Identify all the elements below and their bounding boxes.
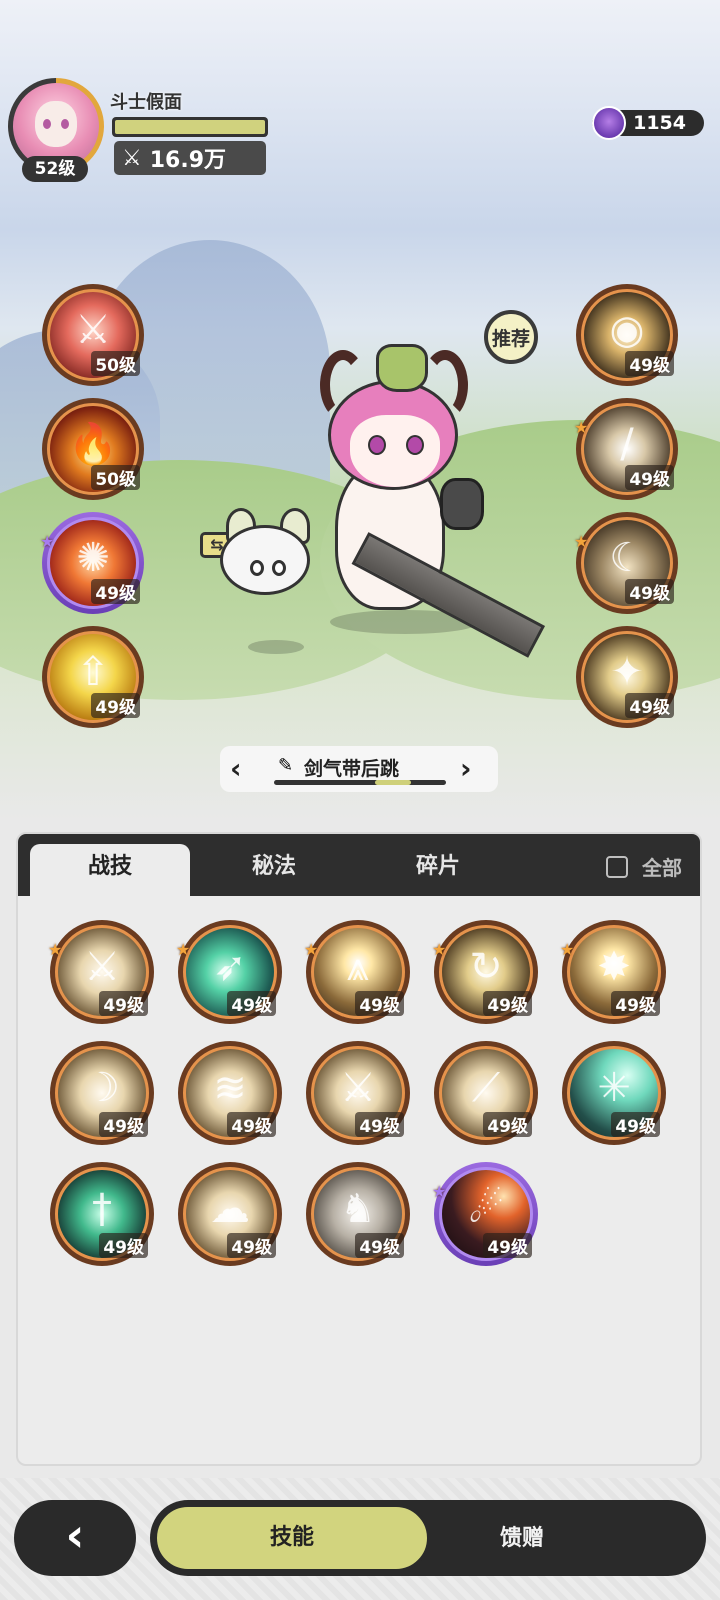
skill-level: 49级	[227, 1112, 276, 1137]
skill-tabs: 战技 秘法 碎片 全部	[18, 834, 700, 896]
skill-level: 49级	[355, 1233, 404, 1258]
show-all-label: 全部	[642, 856, 682, 880]
purple-gem-icon	[592, 106, 626, 140]
skill-level: 49级	[625, 693, 674, 718]
crossed-swords-icon: ⚔	[122, 145, 142, 171]
equipped-skill-left-4[interactable]: ⇧ 49级	[42, 626, 144, 728]
skill-card[interactable]: ★ ⩓ 49级	[304, 920, 410, 1024]
player-character	[200, 330, 550, 658]
back-button[interactable]: ‹	[14, 1500, 136, 1576]
edit-pen-icon[interactable]: ✎	[278, 755, 293, 776]
skill-level: 49级	[483, 1233, 532, 1258]
skill-card[interactable]: ☁ 49级	[178, 1162, 282, 1266]
orange-star-icon: ★	[560, 940, 575, 959]
prev-preset-chevron-left-icon[interactable]: ‹	[230, 752, 242, 785]
tab-fragments[interactable]: 碎片	[358, 844, 518, 896]
orange-star-icon: ★	[574, 418, 589, 437]
preset-page-indicator	[274, 780, 446, 785]
player-name: 斗士假面	[110, 92, 182, 113]
skill-level: 49级	[99, 1233, 148, 1258]
nav-gift-button[interactable]: 馈赠	[500, 1520, 544, 1552]
preset-name[interactable]: 剑气带后跳	[304, 754, 399, 781]
nav-skills-button[interactable]: 技能	[154, 1504, 430, 1572]
skill-level: 49级	[355, 991, 404, 1016]
orange-star-icon: ★	[304, 940, 319, 959]
equipped-skill-right-1[interactable]: ◉ 49级	[576, 284, 678, 386]
skill-card[interactable]: ★ ☄ 49级	[432, 1162, 538, 1266]
equipped-skill-right-3[interactable]: ★ ☾ 49级	[574, 512, 678, 614]
skill-level: 49级	[91, 579, 140, 604]
skill-card[interactable]: † 49级	[50, 1162, 154, 1266]
pet-companion	[220, 525, 310, 595]
skill-level: 50级	[91, 465, 140, 490]
skill-level: 49级	[227, 1233, 276, 1258]
character-helmet	[376, 344, 428, 392]
equipped-skill-right-2[interactable]: ★ / 49级	[574, 398, 678, 500]
combat-power: ⚔ 16.9万	[114, 141, 266, 175]
skill-level: 49级	[483, 1112, 532, 1137]
tab-secret-arts[interactable]: 秘法	[194, 844, 354, 896]
skill-card[interactable]: ★ ↻ 49级	[432, 920, 538, 1024]
equipped-skill-left-2[interactable]: 🔥 50级	[42, 398, 144, 500]
next-preset-chevron-right-icon[interactable]: ›	[460, 752, 472, 785]
orange-star-icon: ★	[432, 940, 447, 959]
tab-combat-skills[interactable]: 战技	[30, 844, 190, 896]
skill-preset-switcher: ‹ ✎ 剑气带后跳 ›	[220, 746, 498, 792]
purple-star-icon: ★	[40, 532, 55, 551]
purple-star-icon: ★	[432, 1182, 447, 1201]
player-level-badge: 52级	[22, 156, 88, 182]
orange-star-icon: ★	[48, 940, 63, 959]
skill-level: 49级	[99, 991, 148, 1016]
orange-star-icon: ★	[176, 940, 191, 959]
skill-level: 49级	[99, 1112, 148, 1137]
combat-power-value: 16.9万	[149, 148, 227, 173]
player-hp-bar	[112, 117, 268, 137]
preset-page-thumb	[375, 780, 411, 785]
equipped-skill-left-1[interactable]: ⚔ 50级	[42, 284, 144, 386]
skill-level: 49级	[611, 991, 660, 1016]
skill-level: 50级	[91, 351, 140, 376]
skill-card[interactable]: ≋ 49级	[178, 1041, 282, 1145]
skill-level: 49级	[227, 991, 276, 1016]
skill-level: 49级	[355, 1112, 404, 1137]
skill-level: 49级	[91, 693, 140, 718]
orange-star-icon: ★	[574, 532, 589, 551]
show-all-checkbox[interactable]	[606, 856, 628, 878]
skill-card[interactable]: ✳ 49级	[562, 1041, 666, 1145]
skill-card[interactable]: ★ ✸ 49级	[560, 920, 666, 1024]
skill-card[interactable]: ★ ⚔ 49级	[48, 920, 154, 1024]
skill-level: 49级	[611, 1112, 660, 1137]
skill-level: 49级	[625, 465, 674, 490]
skill-card[interactable]: ★ ➶ 49级	[176, 920, 282, 1024]
equipped-skill-left-3[interactable]: ★ ✺ 49级	[40, 512, 144, 614]
skill-level: 49级	[625, 351, 674, 376]
character-gauntlet	[440, 478, 484, 530]
chevron-left-icon: ‹	[65, 1508, 85, 1562]
skill-level: 49级	[483, 991, 532, 1016]
skill-card[interactable]: ☽ 49级	[50, 1041, 154, 1145]
currency-amount: 1154	[633, 112, 686, 134]
skill-level: 49级	[625, 579, 674, 604]
equipped-skill-right-4[interactable]: ✦ 49级	[576, 626, 678, 728]
skill-card[interactable]: ♞ 49级	[306, 1162, 410, 1266]
skill-card[interactable]: ⟋ 49级	[434, 1041, 538, 1145]
skill-card[interactable]: ⚔ 49级	[306, 1041, 410, 1145]
